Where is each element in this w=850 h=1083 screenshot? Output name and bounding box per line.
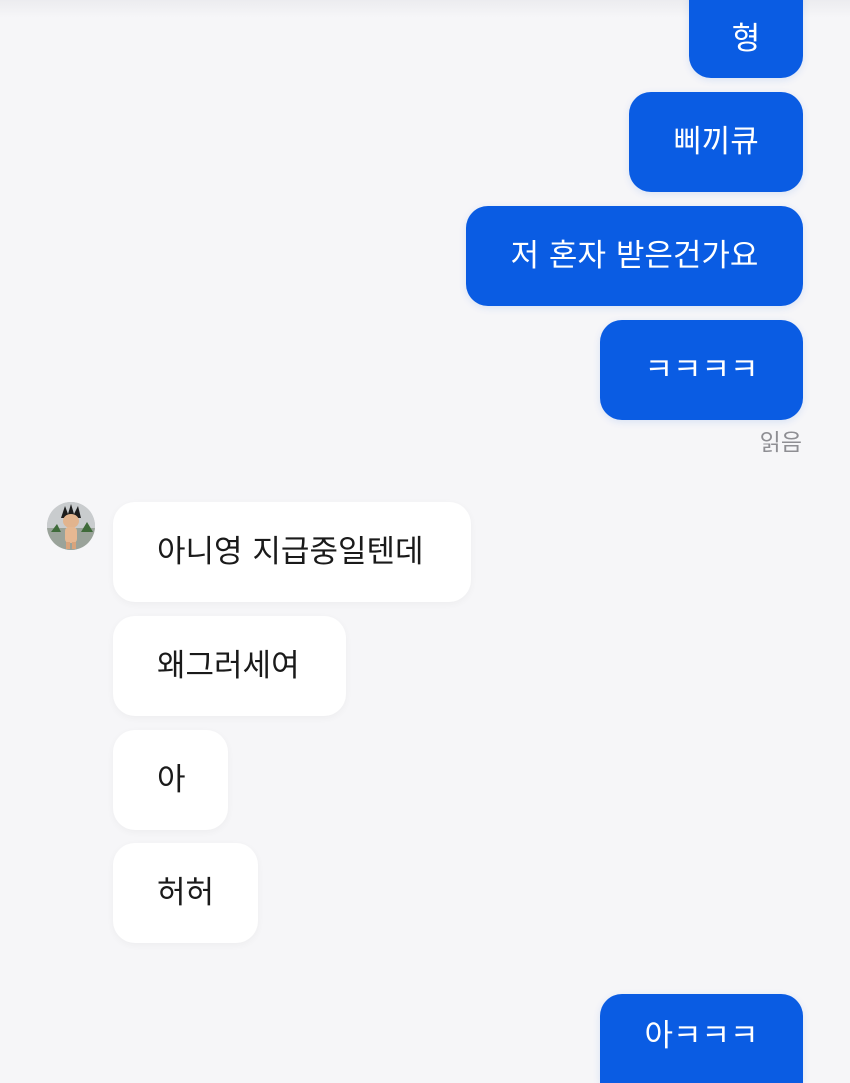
chat-conversation: 형 삐끼큐 저 혼자 받은건가요 ㅋㅋㅋㅋ 읽음 아니영 지급중일텐데 왜그러세…	[0, 0, 850, 1083]
read-receipt: 읽음	[759, 430, 802, 456]
incoming-message[interactable]: 아니영 지급중일텐데	[113, 502, 471, 602]
outgoing-message[interactable]: 저 혼자 받은건가요	[466, 206, 803, 306]
outgoing-message[interactable]: ㅋㅋㅋㅋ	[600, 320, 803, 420]
incoming-message[interactable]: 허허	[113, 843, 258, 943]
incoming-message[interactable]: 아	[113, 730, 228, 830]
outgoing-message[interactable]: 아ㅋㅋㅋ	[600, 994, 803, 1083]
outgoing-message[interactable]: 형	[689, 0, 803, 78]
incoming-message[interactable]: 왜그러세여	[113, 616, 346, 716]
character-avatar-icon	[47, 502, 95, 550]
outgoing-message[interactable]: 삐끼큐	[629, 92, 803, 192]
sender-avatar-icon[interactable]	[47, 502, 95, 550]
